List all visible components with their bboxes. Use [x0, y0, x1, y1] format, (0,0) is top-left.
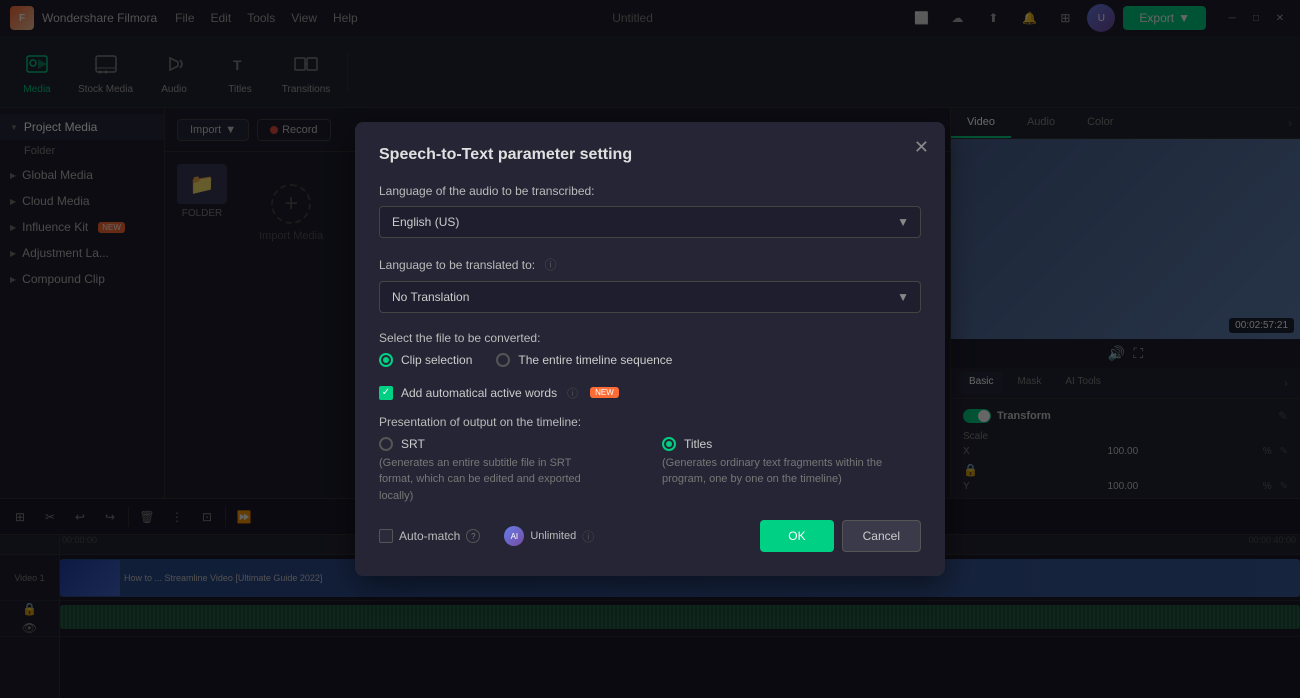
radio-titles[interactable]: Titles — [662, 437, 921, 451]
dialog-bottom: Auto-match ? AI Unlimited ⓘ OK Cancel — [379, 520, 921, 552]
automatch-help-icon[interactable]: ? — [466, 529, 480, 543]
titles-radio-circle — [662, 437, 676, 451]
select-file-label: Select the file to be converted: — [379, 331, 921, 345]
dialog-close-button[interactable]: ✕ — [914, 138, 929, 156]
lang-translate-select[interactable]: No Translation — [379, 281, 921, 313]
radio-srt[interactable]: SRT — [379, 437, 638, 451]
titles-option: Titles (Generates ordinary text fragment… — [662, 437, 921, 488]
speech-to-text-dialog: Speech-to-Text parameter setting ✕ Langu… — [355, 122, 945, 577]
srt-description: (Generates an entire subtitle file in SR… — [379, 455, 599, 505]
output-label: Presentation of output on the timeline: — [379, 415, 921, 429]
automatch-row: Auto-match ? — [379, 529, 480, 543]
clip-selection-radio-circle — [379, 353, 393, 367]
radio-entire-timeline[interactable]: The entire timeline sequence — [496, 353, 672, 367]
unlimited-row: AI Unlimited ⓘ — [504, 526, 594, 546]
add-words-info-icon[interactable]: ⓘ — [567, 385, 578, 401]
dialog-title: Speech-to-Text parameter setting — [379, 146, 921, 164]
unlimited-info-icon[interactable]: ⓘ — [582, 528, 594, 545]
radio-clip-selection[interactable]: Clip selection — [379, 353, 472, 367]
srt-radio-circle — [379, 437, 393, 451]
modal-overlay: Speech-to-Text parameter setting ✕ Langu… — [0, 0, 1300, 698]
ok-button[interactable]: OK — [760, 520, 833, 552]
lang-audio-select-wrapper: English (US) ▼ — [379, 206, 921, 238]
add-words-badge: NEW — [590, 387, 619, 398]
entire-timeline-label: The entire timeline sequence — [518, 353, 672, 367]
titles-label: Titles — [684, 437, 712, 451]
cancel-button[interactable]: Cancel — [842, 520, 921, 552]
output-options: SRT (Generates an entire subtitle file i… — [379, 437, 921, 505]
file-selection-radios: Clip selection The entire timeline seque… — [379, 353, 921, 367]
lang-translate-select-wrapper: No Translation ▼ — [379, 281, 921, 313]
dialog-buttons: OK Cancel — [760, 520, 921, 552]
add-words-row: ✓ Add automatical active words ⓘ NEW — [379, 385, 921, 401]
ai-icon: AI — [504, 526, 524, 546]
automatch-label: Auto-match — [399, 529, 460, 543]
lang-translate-label: Language to be translated to: ⓘ — [379, 256, 921, 273]
lang-audio-section: Language of the audio to be transcribed:… — [379, 184, 921, 238]
lang-translate-info-icon[interactable]: ⓘ — [544, 258, 556, 272]
srt-option: SRT (Generates an entire subtitle file i… — [379, 437, 638, 505]
clip-selection-label: Clip selection — [401, 353, 472, 367]
lang-audio-select[interactable]: English (US) — [379, 206, 921, 238]
clip-selection-radio-dot — [383, 357, 389, 363]
entire-timeline-radio-circle — [496, 353, 510, 367]
automatch-checkbox[interactable] — [379, 529, 393, 543]
titles-radio-dot — [666, 441, 672, 447]
select-file-section: Select the file to be converted: Clip se… — [379, 331, 921, 367]
checkbox-check-icon: ✓ — [382, 387, 390, 398]
output-section: Presentation of output on the timeline: … — [379, 415, 921, 505]
titles-description: (Generates ordinary text fragments withi… — [662, 455, 921, 488]
lang-translate-section: Language to be translated to: ⓘ No Trans… — [379, 256, 921, 313]
unlimited-label: Unlimited — [530, 530, 576, 542]
srt-label: SRT — [401, 437, 425, 451]
dialog-bottom-left: Auto-match ? AI Unlimited ⓘ — [379, 526, 594, 546]
lang-audio-label: Language of the audio to be transcribed: — [379, 184, 921, 198]
add-words-label: Add automatical active words — [401, 386, 557, 400]
add-words-checkbox[interactable]: ✓ — [379, 386, 393, 400]
